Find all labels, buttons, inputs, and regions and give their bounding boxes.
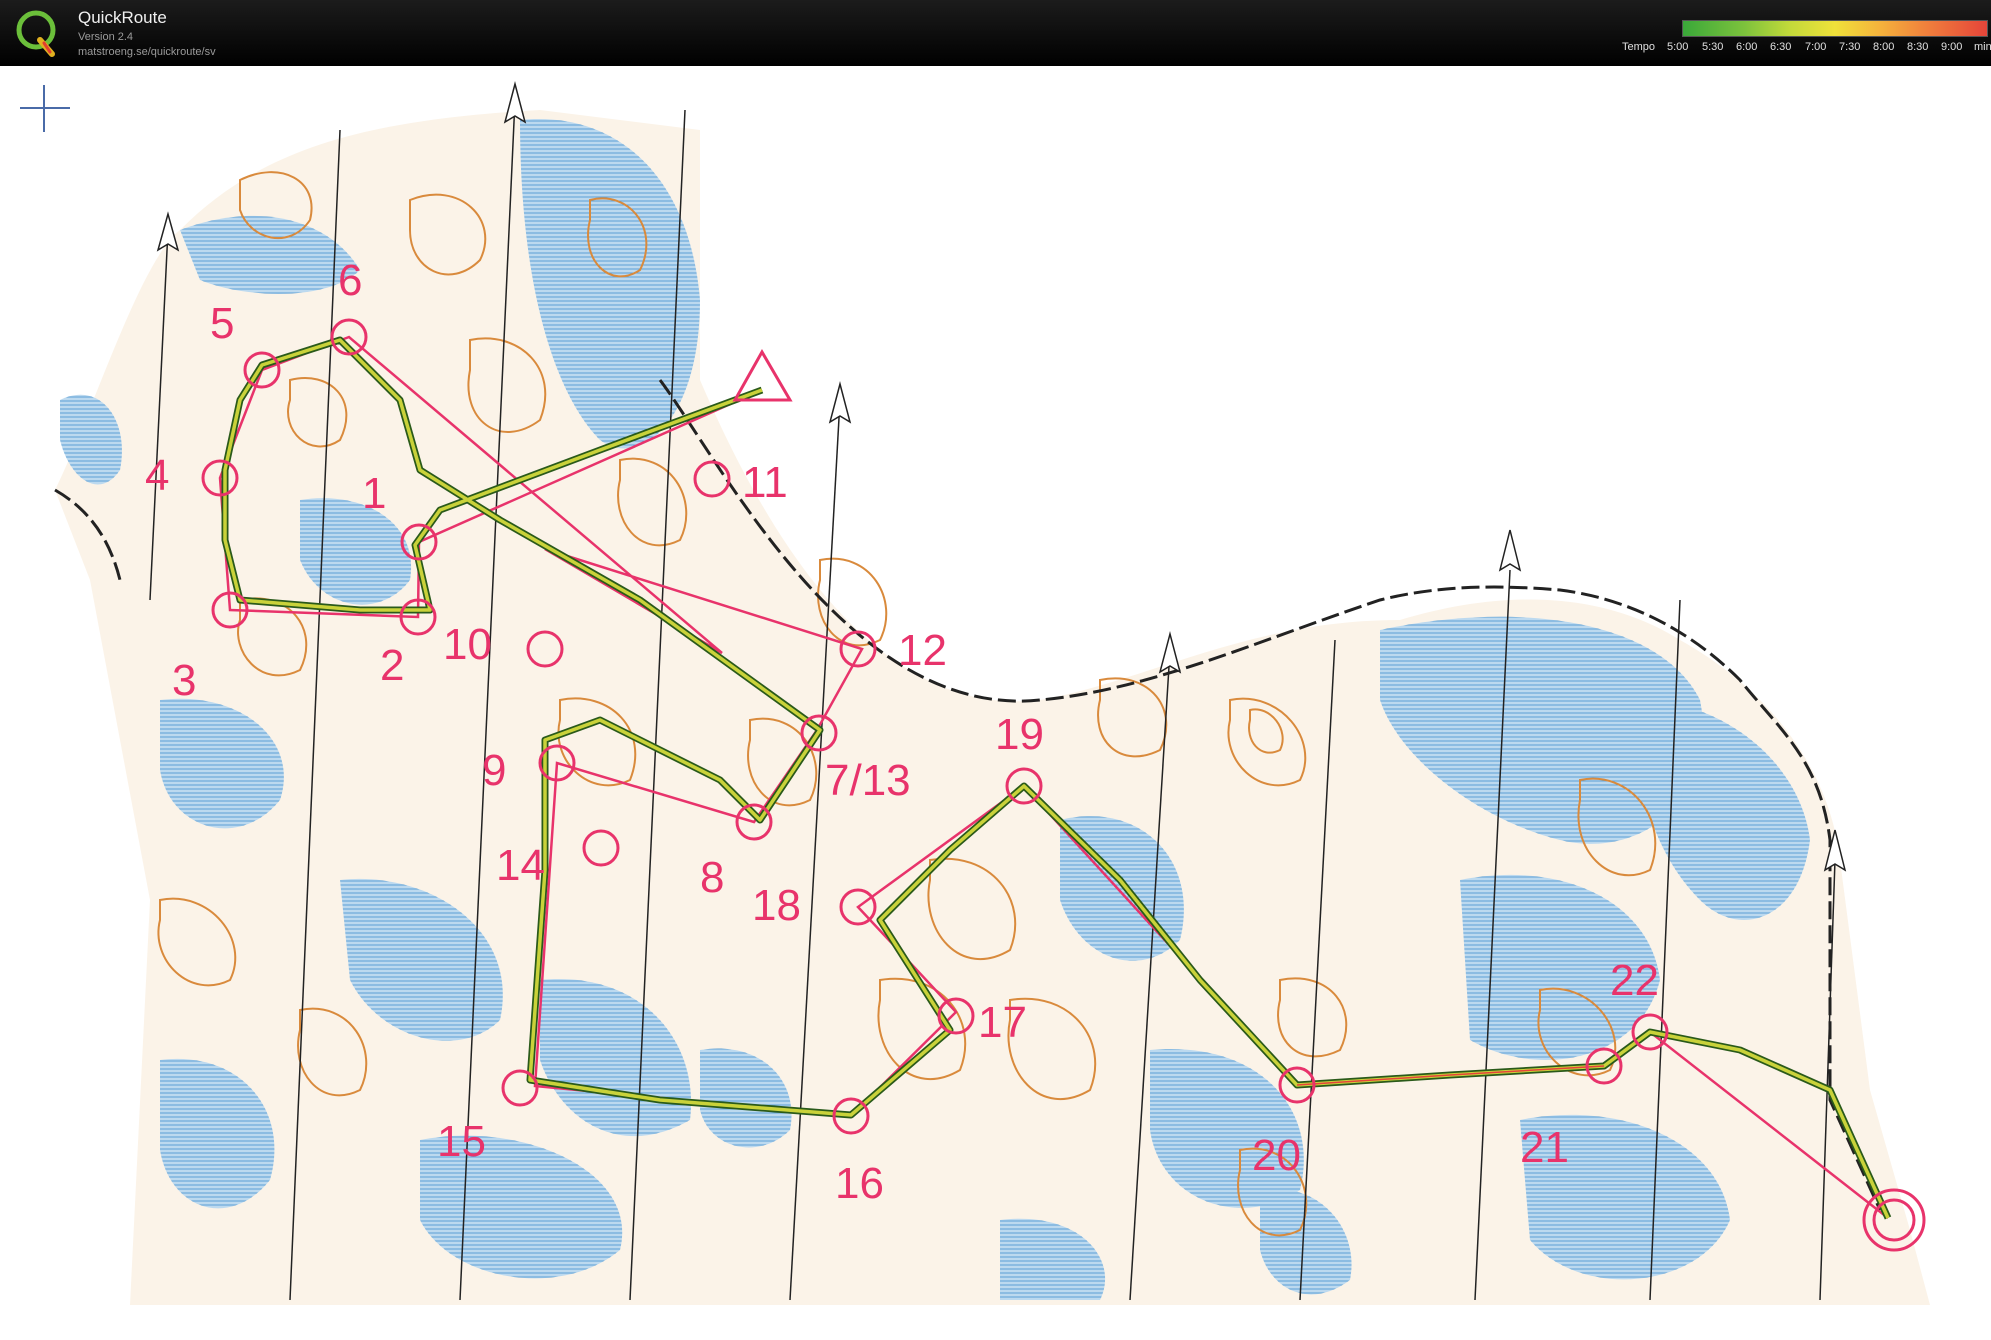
- pace-gradient-bar: [1682, 20, 1988, 37]
- app-version: Version 2.4: [78, 31, 134, 43]
- north-arrow-icon: [1158, 631, 1182, 674]
- control-label: 8: [700, 853, 724, 902]
- pace-tick: 8:30: [1907, 41, 1929, 53]
- control-label: 7/13: [825, 756, 911, 805]
- control-label: 11: [742, 458, 788, 507]
- control-label: 5: [210, 299, 234, 348]
- pace-legend-label: Tempo: [1622, 41, 1656, 53]
- control-label: 22: [1610, 956, 1659, 1005]
- north-arrow-icon: [828, 381, 852, 424]
- app-name: QuickRoute: [78, 8, 167, 27]
- control-label: 6: [338, 256, 362, 305]
- app-url: matstroeng.se/quickroute/sv: [78, 46, 216, 58]
- pace-tick: 5:00: [1667, 41, 1689, 53]
- control-label: 14: [496, 841, 545, 890]
- control-label: 15: [437, 1117, 486, 1166]
- pace-tick: 6:30: [1770, 41, 1792, 53]
- control-label: 4: [145, 451, 169, 500]
- control-label: 18: [752, 881, 801, 930]
- control-label: 19: [995, 710, 1044, 759]
- north-arrow-icon: [156, 211, 180, 252]
- pace-tick: 7:30: [1839, 41, 1861, 53]
- control-label: 21: [1520, 1123, 1569, 1172]
- control-label: 10: [443, 620, 492, 669]
- pace-tick: 6:00: [1736, 41, 1758, 53]
- control-label: 20: [1252, 1131, 1301, 1180]
- crosshair-icon: [20, 85, 70, 132]
- control-label: 9: [482, 746, 506, 795]
- title-bar: QuickRoute Version 2.4 matstroeng.se/qui…: [0, 0, 1991, 66]
- pace-tick: 7:00: [1805, 41, 1827, 53]
- control-label: 17: [978, 998, 1027, 1047]
- north-arrow-icon: [503, 81, 527, 124]
- orienteering-map[interactable]: 1 2 3 4 5 6 7/13 8 9 10 11 12 14 15 16 17 18 19 20 21 22: [0, 66, 1991, 1340]
- control-label: 1: [362, 469, 386, 518]
- pace-tick: 5:30: [1702, 41, 1724, 53]
- control-label: 2: [380, 641, 404, 690]
- pace-unit: min/km: [1974, 41, 1991, 53]
- quickroute-logo-icon: [16, 10, 56, 57]
- north-arrow-icon: [1498, 529, 1522, 572]
- control-label: 3: [172, 656, 196, 705]
- map-canvas[interactable]: 1234567/138910111214151617181920 2122: [0, 66, 1991, 1340]
- pace-tick: 9:00: [1941, 41, 1963, 53]
- pace-tick: 8:00: [1873, 41, 1895, 53]
- control-label: 16: [835, 1159, 884, 1208]
- pace-legend: Tempo 5:00 5:30 6:00 6:30 7:00 7:30 8:00…: [1555, 18, 1991, 58]
- control-label: 12: [898, 626, 947, 675]
